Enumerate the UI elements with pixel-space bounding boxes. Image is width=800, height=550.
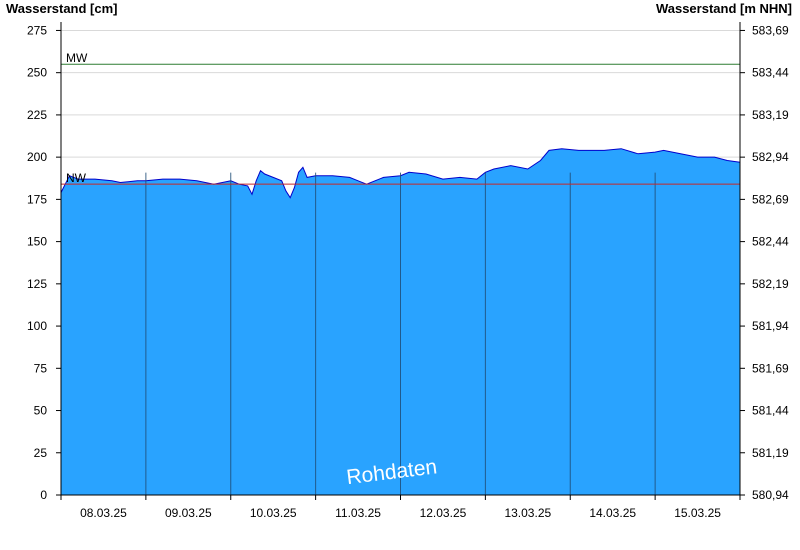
y-tick-label-right: 583,19 [752,108,789,122]
y-tick-label-right: 581,94 [752,319,789,333]
y-ticks-left: 0 25 50 75 100 125 150 175 200 225 250 275 [27,23,61,502]
y-tick-label-right: 582,94 [752,150,789,164]
y-tick-label: 75 [34,361,48,375]
reference-label: MW [66,51,88,65]
y-tick-label-right: 582,69 [752,192,789,206]
x-tick-label: 11.03.25 [335,506,381,520]
x-tick-label: 10.03.25 [250,506,297,520]
y-tick-label-right: 582,44 [752,235,789,249]
y-tick-label: 225 [27,108,47,122]
y-tick-label: 25 [34,446,48,460]
x-tick-label: 08.03.25 [80,506,127,520]
y-tick-label: 150 [27,235,47,249]
x-tick-label: 12.03.25 [420,506,467,520]
y-tick-label: 0 [40,488,47,502]
y-tick-label: 125 [27,277,47,291]
y-tick-label-right: 580,94 [752,488,789,502]
y-tick-label-right: 581,44 [752,404,789,418]
reference-label: NW [66,171,87,185]
x-tick-label: 13.03.25 [504,506,551,520]
x-ticks: 08.03.25 09.03.25 10.03.25 11.03.25 12.03.25… [60,495,741,520]
y-tick-label-right: 583,69 [752,23,789,37]
y-tick-label-right: 581,69 [752,361,789,375]
y-tick-label: 100 [27,319,47,333]
x-tick-label: 15.03.25 [674,506,721,520]
y-tick-label-right: 583,44 [752,66,789,80]
x-tick-label: 14.03.25 [589,506,636,520]
x-tick-label: 09.03.25 [165,506,212,520]
y-tick-label-right: 582,19 [752,277,789,291]
y-tick-label-right: 581,19 [752,446,789,460]
y-tick-label: 200 [27,150,47,164]
y-tick-label: 275 [27,23,47,37]
y-tick-label: 250 [27,66,47,80]
y-ticks-right: 580,94 581,19 581,44 581,69 581,94 582,19 582,… [740,23,789,502]
y-tick-label: 175 [27,192,47,206]
y-tick-label: 50 [34,404,48,418]
water-level-chart: MW NW 0 25 50 75 100 125 150 175 200 225 250 275 580… [27,22,789,520]
